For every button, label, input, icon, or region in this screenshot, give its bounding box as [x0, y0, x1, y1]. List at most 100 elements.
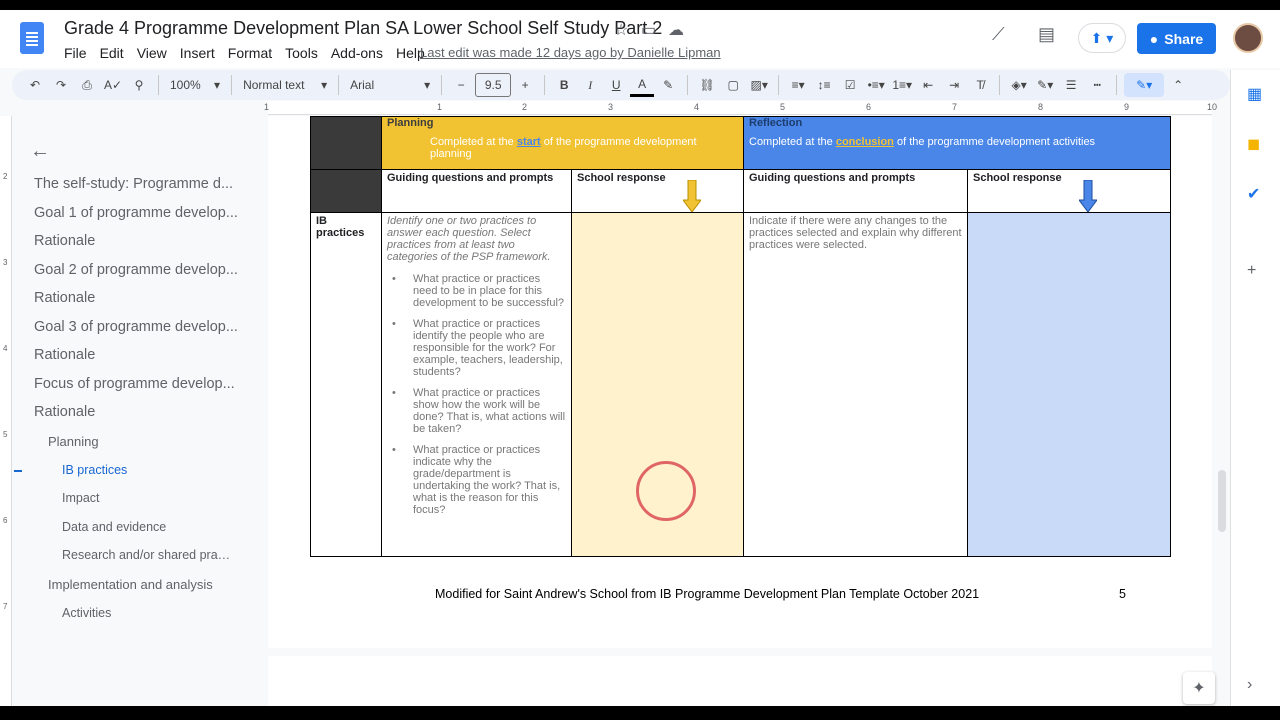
outline-item[interactable]: Rationale [34, 233, 238, 249]
spellcheck-icon[interactable]: A✓ [101, 73, 125, 97]
editing-mode-icon[interactable]: ✎▾ [1124, 73, 1165, 97]
activity-dashboard-icon[interactable]: ⟋ [992, 24, 1005, 45]
insert-link-icon[interactable]: ⛓ [695, 73, 719, 97]
document-title[interactable]: Grade 4 Programme Development Plan SA Lo… [64, 18, 662, 39]
reflection-prompt-cell[interactable]: Indicate if there were any changes to th… [743, 212, 968, 557]
user-avatar[interactable] [1233, 23, 1263, 53]
font-size-input[interactable]: 9.5 [475, 73, 512, 97]
star-icon[interactable]: ☆ [614, 20, 628, 40]
cloud-status-icon[interactable]: ☁ [668, 20, 684, 40]
outline-item[interactable]: Impact [62, 491, 234, 505]
outline-item-active[interactable]: IB practices [62, 463, 234, 477]
menu-tools[interactable]: Tools [285, 45, 318, 61]
move-folder-icon[interactable]: ▭ [641, 20, 656, 40]
outline-item[interactable]: Rationale [34, 290, 238, 306]
planning-guiding-cell[interactable]: Identify one or two practices to answer … [381, 212, 572, 557]
menu-file[interactable]: File [64, 45, 87, 61]
add-addon-icon[interactable]: + [1247, 262, 1256, 280]
insert-image-icon[interactable]: ▨▾ [747, 73, 771, 97]
document-page[interactable]: Planning Completed at the start of the p… [268, 116, 1212, 648]
keep-icon[interactable]: ◼ [1247, 134, 1260, 154]
align-icon[interactable]: ≡▾ [786, 73, 810, 97]
vertical-ruler[interactable]: 2 3 4 5 6 7 [0, 116, 12, 706]
menu-insert[interactable]: Insert [180, 45, 215, 61]
highlight-icon[interactable]: ✎ [656, 73, 680, 97]
menu-format[interactable]: Format [228, 45, 272, 61]
increase-indent-icon[interactable]: ⇥ [942, 73, 966, 97]
checklist-icon[interactable]: ☑ [838, 73, 862, 97]
menu-addons[interactable]: Add-ons [331, 45, 383, 61]
ruler-mark: 6 [3, 516, 8, 525]
outline-item[interactable]: Implementation and analysis [48, 577, 213, 592]
outline-item[interactable]: Planning [48, 434, 99, 449]
redo-icon[interactable]: ↷ [49, 73, 73, 97]
school-response-header[interactable]: School response [571, 169, 744, 213]
horizontal-ruler[interactable]: 1 1 2 3 4 5 6 7 8 9 10 [264, 101, 1217, 115]
ruler-mark: 2 [3, 172, 8, 181]
share-button[interactable]: ● Share [1137, 23, 1216, 54]
hide-menus-icon[interactable]: ⌃ [1166, 73, 1190, 97]
ruler-mark: 1 [264, 102, 270, 112]
docs-logo-icon[interactable] [20, 22, 44, 54]
border-color-icon[interactable]: ✎▾ [1033, 73, 1057, 97]
line-spacing-icon[interactable]: ↕≡ [812, 73, 836, 97]
calendar-icon[interactable]: ▦ [1247, 84, 1262, 104]
bulleted-list-icon[interactable]: •≡▾ [864, 73, 888, 97]
present-button[interactable]: ⬆ ▾ [1078, 23, 1126, 53]
outline-item[interactable]: Activities [62, 606, 234, 620]
tasks-icon[interactable]: ✔ [1247, 184, 1260, 204]
menu-edit[interactable]: Edit [100, 45, 124, 61]
outline-item[interactable]: Goal 2 of programme develop... [34, 262, 238, 278]
guiding-questions-header[interactable]: Guiding questions and prompts [381, 169, 572, 213]
font-select[interactable]: Arial ▾ [346, 73, 434, 97]
vertical-scrollbar[interactable] [1218, 470, 1226, 532]
print-icon[interactable]: ⎙ [75, 73, 99, 97]
decrease-indent-icon[interactable]: ⇤ [916, 73, 940, 97]
outline-item[interactable]: Research and/or shared prac... [62, 548, 234, 562]
decrease-font-size-icon[interactable]: − [449, 73, 473, 97]
person-icon: ● [1149, 30, 1159, 47]
outline-item[interactable]: Data and evidence [62, 520, 234, 534]
next-page[interactable] [268, 656, 1212, 706]
menu-view[interactable]: View [137, 45, 167, 61]
reflection-header[interactable]: Reflection Completed at the conclusion o… [743, 116, 1171, 170]
back-arrow-icon[interactable]: ← [30, 140, 50, 163]
bold-icon[interactable]: B [552, 73, 576, 97]
school-response-header[interactable]: School response [967, 169, 1171, 213]
background-color-icon[interactable]: ◈▾ [1007, 73, 1031, 97]
ruler-mark: 2 [522, 102, 528, 112]
outline-item[interactable]: Rationale [34, 347, 238, 363]
comments-icon[interactable]: ▤ [1038, 24, 1055, 45]
outline-item[interactable]: Goal 3 of programme develop... [34, 319, 238, 335]
increase-font-size-icon[interactable]: + [513, 73, 537, 97]
outline-item[interactable]: The self-study: Programme d... [34, 176, 238, 192]
expand-panel-icon[interactable]: › [1247, 676, 1252, 694]
zoom-value: 100% [170, 78, 201, 92]
border-dash-icon[interactable]: ┅ [1085, 73, 1109, 97]
reflection-response-cell[interactable] [967, 212, 1171, 557]
ib-practices-row-label[interactable]: IB practices [310, 212, 382, 557]
zoom-select[interactable]: 100% ▾ [166, 73, 224, 97]
add-comment-icon[interactable]: ▢ [721, 73, 745, 97]
present-icon: ⬆ ▾ [1090, 29, 1114, 46]
planning-header[interactable]: Planning Completed at the start of the p… [381, 116, 744, 170]
paint-format-icon[interactable]: ⚲ [127, 73, 151, 97]
active-indicator [14, 470, 22, 472]
last-edit-link[interactable]: Last edit was made 12 days ago by Daniel… [420, 45, 721, 60]
outline-item[interactable]: Focus of programme develop... [34, 376, 238, 392]
reflection-sub-pre: Completed at the [749, 136, 836, 148]
ruler-mark: 4 [694, 102, 700, 112]
border-width-icon[interactable]: ☰ [1059, 73, 1083, 97]
ruler-mark: 8 [1038, 102, 1044, 112]
outline-item[interactable]: Goal 1 of programme develop... [34, 205, 238, 221]
outline-item[interactable]: Rationale [34, 404, 238, 420]
clear-formatting-icon[interactable]: T̸ [968, 73, 992, 97]
numbered-list-icon[interactable]: 1≡▾ [890, 73, 914, 97]
italic-icon[interactable]: I [578, 73, 602, 97]
style-select[interactable]: Normal text ▾ [239, 73, 331, 97]
undo-icon[interactable]: ↶ [23, 73, 47, 97]
underline-icon[interactable]: U [604, 73, 628, 97]
text-color-icon[interactable]: A [630, 73, 655, 97]
explore-button[interactable]: ✦ [1183, 672, 1215, 704]
guiding-questions-header[interactable]: Guiding questions and prompts [743, 169, 968, 213]
